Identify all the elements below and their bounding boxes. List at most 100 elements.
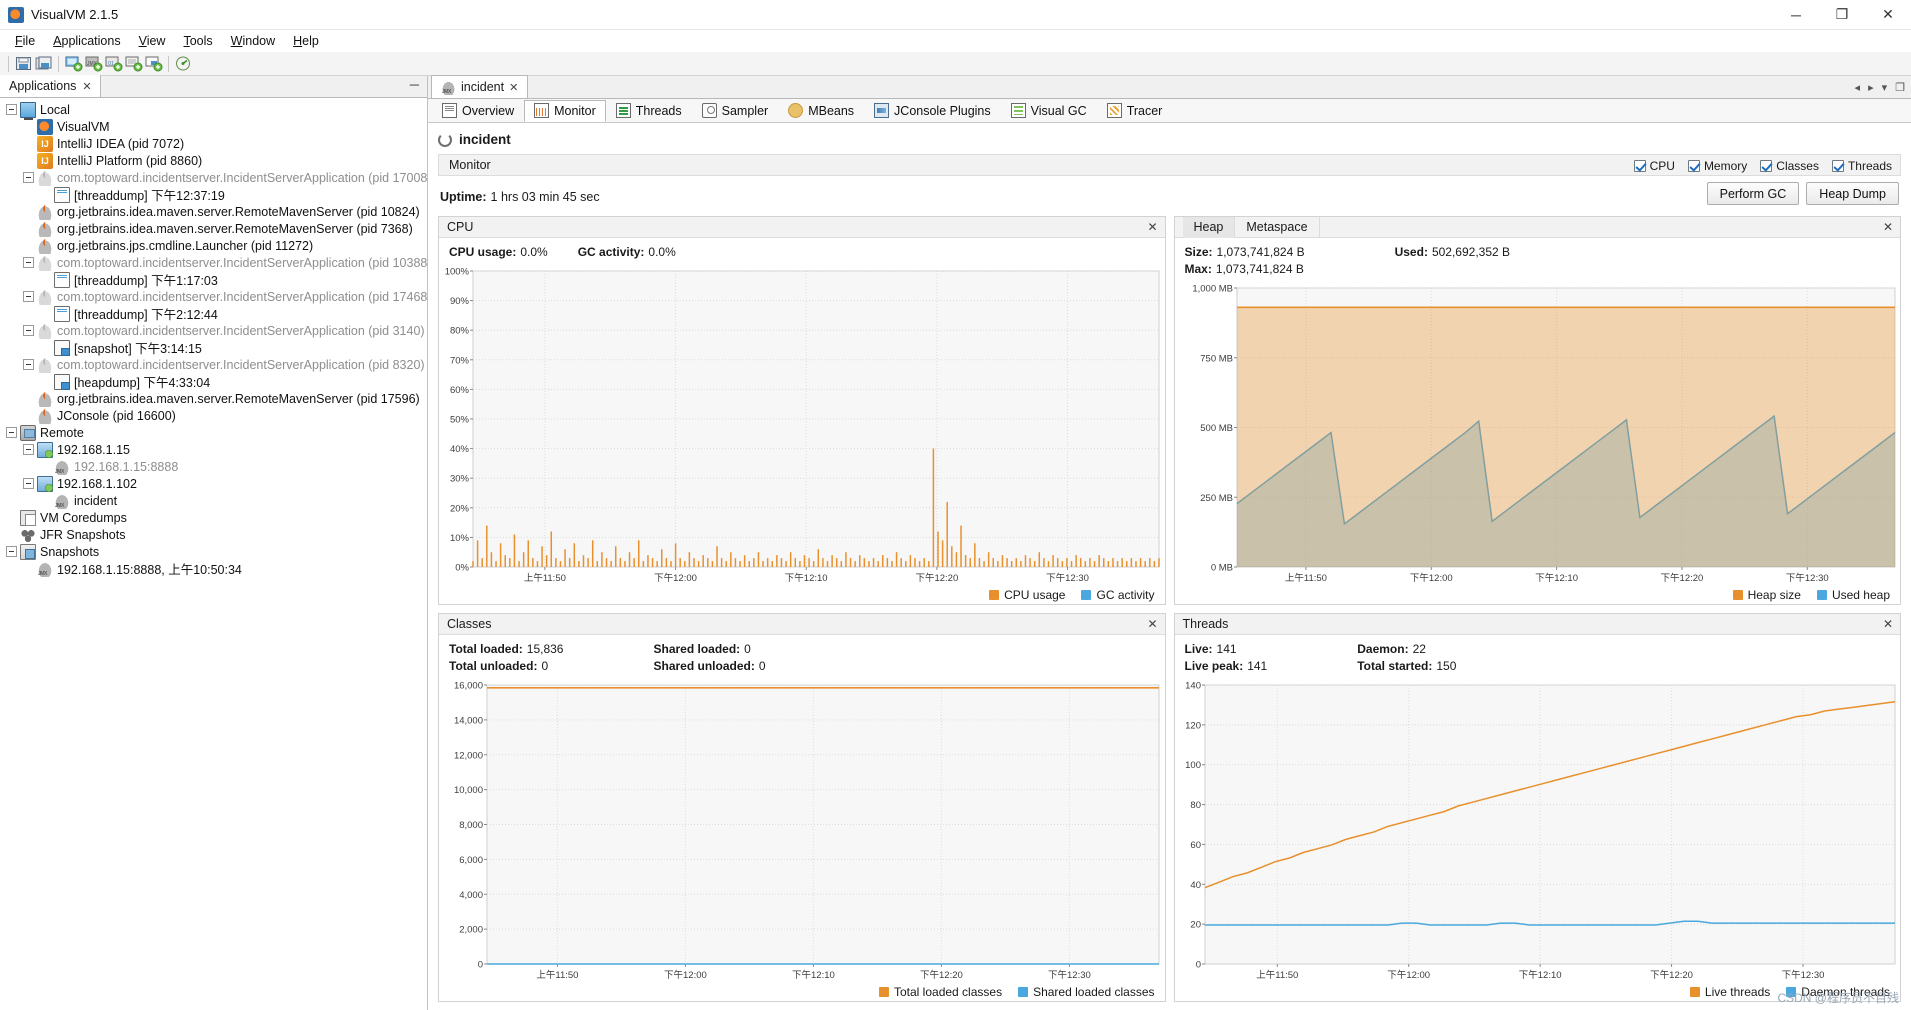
tree-node[interactable]: org.jetbrains.idea.maven.server.RemoteMa… <box>0 220 427 237</box>
cpu-plot[interactable]: 0% 10% 20% 30% 40% 50% 60% 70% 80% 90% 100% 上午11:50… <box>439 263 1165 585</box>
tree-node[interactable]: org.jetbrains.idea.maven.server.RemoteMa… <box>0 390 427 407</box>
add-jmx-host-icon[interactable]: JMX <box>84 54 103 73</box>
next-tab-icon[interactable]: ▸ <box>1868 81 1874 94</box>
tree-node[interactable]: 192.168.1.15 <box>0 441 427 458</box>
save-all-icon[interactable] <box>34 54 53 73</box>
tab-list-icon[interactable]: ▾ <box>1882 81 1888 94</box>
tree-node[interactable]: 192.168.1.15:8888, 上午10:50:34 <box>0 560 427 577</box>
svg-text:2,000: 2,000 <box>459 925 483 936</box>
maximize-tab-icon[interactable]: ❐ <box>1895 81 1905 94</box>
maximize-button[interactable]: ❐ <box>1819 0 1865 30</box>
tab-monitor[interactable]: Monitor <box>524 99 606 122</box>
menu-tools[interactable]: Tools <box>174 32 221 50</box>
tab-jconsole-plugins[interactable]: JConsole Plugins <box>864 100 1001 122</box>
tree-node[interactable]: [snapshot] 下午3:14:15 <box>0 339 427 356</box>
tab-visual-gc[interactable]: Visual GC <box>1001 100 1097 122</box>
profiler-icon[interactable] <box>174 54 193 73</box>
checkbox-icon[interactable] <box>1831 160 1844 172</box>
close-icon[interactable]: ✕ <box>1147 220 1157 234</box>
tree-node[interactable]: org.jetbrains.jps.cmdline.Launcher (pid … <box>0 237 427 254</box>
tree-node[interactable]: IJ IntelliJ Platform (pid 8860) <box>0 152 427 169</box>
close-icon[interactable]: ✕ <box>1883 220 1893 234</box>
tab-heap[interactable]: Heap <box>1182 216 1236 238</box>
collapse-icon[interactable] <box>23 291 34 302</box>
document-tab-incident[interactable]: incident ✕ <box>431 75 529 98</box>
threads-chart-stats: Live: 141 Live peak: 141 Daemon: 22 Tota… <box>1175 635 1901 677</box>
applications-tree[interactable]: Local VisualVM IJ IntelliJ IDEA (pid 7072) I… <box>0 98 427 1010</box>
close-button[interactable]: ✕ <box>1865 0 1911 30</box>
collapse-icon[interactable] <box>23 257 34 268</box>
checkbox-icon[interactable] <box>1760 160 1773 172</box>
tree-node[interactable]: Snapshots <box>0 543 427 560</box>
checkbox-icon[interactable] <box>1633 160 1646 172</box>
svg-text:上午11:50: 上午11:50 <box>536 969 578 981</box>
tree-node[interactable]: com.toptoward.incidentserver.IncidentSer… <box>0 356 427 373</box>
prev-tab-icon[interactable]: ◂ <box>1855 81 1861 94</box>
checkbox-icon[interactable] <box>1687 160 1700 172</box>
add-vm-coredump-icon[interactable] <box>124 54 143 73</box>
tree-node[interactable]: incident <box>0 492 427 509</box>
monitor-subtabs[interactable]: Overview Monitor Threads Sampler MBeans JCons… <box>428 99 1911 123</box>
add-remote-host-icon[interactable]: 01 <box>104 54 123 73</box>
tree-node[interactable]: [heapdump] 下午4:33:04 <box>0 373 427 390</box>
tree-node[interactable]: com.toptoward.incidentserver.IncidentSer… <box>0 169 427 186</box>
tree-node[interactable]: com.toptoward.incidentserver.IncidentSer… <box>0 254 427 271</box>
tree-node[interactable]: Remote <box>0 424 427 441</box>
save-icon[interactable] <box>14 54 33 73</box>
menu-applications[interactable]: Applications <box>44 32 129 50</box>
tree-node[interactable]: com.toptoward.incidentserver.IncidentSer… <box>0 322 427 339</box>
tree-node-label: com.toptoward.incidentserver.IncidentSer… <box>57 323 425 338</box>
tree-node[interactable]: JConsole (pid 16600) <box>0 407 427 424</box>
add-jmx-connection-icon[interactable] <box>64 54 83 73</box>
tree-node[interactable]: com.toptoward.incidentserver.IncidentSer… <box>0 288 427 305</box>
heap-plot[interactable]: 0 MB 250 MB 500 MB 750 MB 1,000 MB 上午11:50 下午1… <box>1175 280 1901 585</box>
menu-file[interactable]: File <box>6 32 44 50</box>
tree-node[interactable]: org.jetbrains.idea.maven.server.RemoteMa… <box>0 203 427 220</box>
tab-mbeans[interactable]: MBeans <box>778 100 864 122</box>
tab-threads[interactable]: Threads <box>606 100 692 122</box>
checkbox-memory[interactable]: Memory <box>1687 159 1747 173</box>
tree-node[interactable]: IJ IntelliJ IDEA (pid 7072) <box>0 135 427 152</box>
tree-node[interactable]: [threaddump] 下午2:12:44 <box>0 305 427 322</box>
menu-view[interactable]: View <box>130 32 175 50</box>
tree-node[interactable]: VisualVM <box>0 118 427 135</box>
checkbox-classes[interactable]: Classes <box>1760 159 1819 173</box>
tab-metaspace[interactable]: Metaspace <box>1235 216 1320 238</box>
menu-help[interactable]: Help <box>284 32 328 50</box>
tree-node[interactable]: 192.168.1.15:8888 <box>0 458 427 475</box>
tree-node[interactable]: [threaddump] 下午1:17:03 <box>0 271 427 288</box>
collapse-icon[interactable] <box>6 546 17 557</box>
close-icon[interactable]: ✕ <box>509 81 518 94</box>
close-icon[interactable]: ✕ <box>1883 617 1893 631</box>
add-snapshot-icon[interactable] <box>144 54 163 73</box>
tab-tracer[interactable]: Tracer <box>1097 100 1173 122</box>
heap-dump-button[interactable]: Heap Dump <box>1806 182 1899 205</box>
minimize-button[interactable]: ─ <box>1773 0 1819 30</box>
checkbox-threads[interactable]: Threads <box>1831 159 1892 173</box>
collapse-icon[interactable] <box>23 478 34 489</box>
collapse-icon[interactable] <box>23 325 34 336</box>
collapse-icon[interactable] <box>23 444 34 455</box>
tree-node[interactable]: 192.168.1.102 <box>0 475 427 492</box>
close-icon[interactable]: ✕ <box>1147 617 1157 631</box>
monitor-checkbox-group[interactable]: CPU Memory Classes Threads <box>1633 155 1892 177</box>
tab-applications[interactable]: Applications ✕ <box>0 75 101 97</box>
tab-overview[interactable]: Overview <box>432 100 524 122</box>
collapse-icon[interactable] <box>23 172 34 183</box>
close-icon[interactable]: ✕ <box>82 80 91 93</box>
tab-sampler[interactable]: Sampler <box>692 100 779 122</box>
heap-size-stat: Size: 1,073,741,824 B <box>1185 245 1305 259</box>
minimize-panel-button[interactable]: ─ <box>410 78 419 91</box>
tree-node[interactable]: [threaddump] 下午12:37:19 <box>0 186 427 203</box>
collapse-icon[interactable] <box>6 427 17 438</box>
tree-node[interactable]: Local <box>0 101 427 120</box>
tree-node[interactable]: JFR Snapshots <box>0 526 427 543</box>
checkbox-cpu[interactable]: CPU <box>1633 159 1675 173</box>
threads-plot[interactable]: 0 20 40 60 80 100 120 140 上午11:50 下午12:00 下午12:10 下… <box>1175 677 1901 982</box>
classes-plot[interactable]: 0 2,000 4,000 6,000 8,000 10,000 12,000 14,000 1… <box>439 677 1165 982</box>
collapse-icon[interactable] <box>23 359 34 370</box>
menu-window[interactable]: Window <box>222 32 284 50</box>
perform-gc-button[interactable]: Perform GC <box>1706 182 1800 205</box>
tree-node[interactable]: VM Coredumps <box>0 509 427 526</box>
collapse-icon[interactable] <box>6 104 17 115</box>
